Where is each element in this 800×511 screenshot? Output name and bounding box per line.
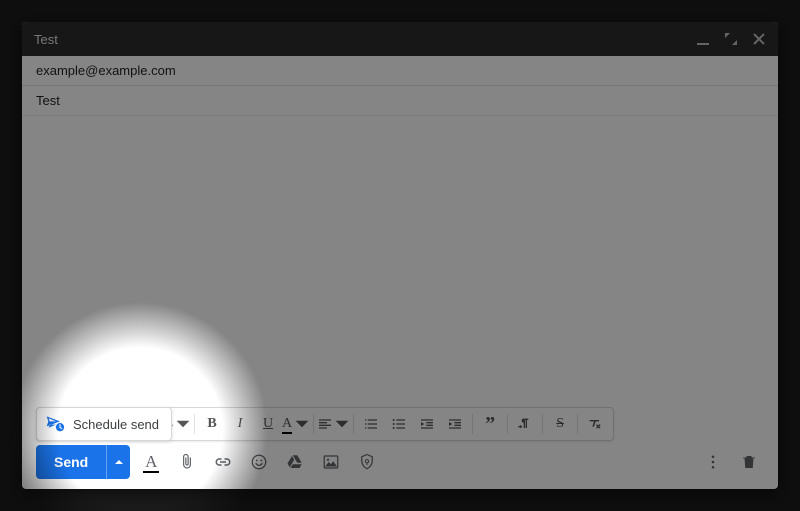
recipient-value: example@example.com: [36, 63, 176, 78]
quote-button[interactable]: ”: [476, 410, 504, 438]
remove-formatting-button[interactable]: [581, 410, 609, 438]
underline-button[interactable]: U: [254, 410, 282, 438]
schedule-send-menu-item[interactable]: Schedule send: [36, 407, 172, 441]
send-button[interactable]: Send: [36, 445, 106, 479]
insert-photo-button[interactable]: [316, 447, 346, 477]
minimize-icon[interactable]: [696, 32, 710, 46]
formatting-options-button[interactable]: A: [136, 447, 166, 477]
insert-drive-button[interactable]: [280, 447, 310, 477]
schedule-send-icon: [45, 413, 65, 436]
recipients-field[interactable]: example@example.com: [22, 56, 778, 86]
window-title: Test: [34, 32, 682, 47]
indent-less-button[interactable]: [413, 410, 441, 438]
insert-emoji-button[interactable]: [244, 447, 274, 477]
bulleted-list-button[interactable]: [385, 410, 413, 438]
text-direction-button[interactable]: [511, 410, 539, 438]
align-button[interactable]: [317, 410, 350, 438]
discard-draft-button[interactable]: [734, 447, 764, 477]
schedule-send-label: Schedule send: [73, 417, 159, 432]
subject-value: Test: [36, 93, 60, 108]
numbered-list-button[interactable]: [357, 410, 385, 438]
insert-link-button[interactable]: [208, 447, 238, 477]
subject-field[interactable]: Test: [22, 86, 778, 116]
bold-button[interactable]: B: [198, 410, 226, 438]
send-options-dropdown[interactable]: [106, 445, 130, 479]
close-icon[interactable]: [752, 32, 766, 46]
attach-file-button[interactable]: [172, 447, 202, 477]
confidential-mode-button[interactable]: [352, 447, 382, 477]
action-bar: Send A: [36, 445, 764, 479]
italic-button[interactable]: I: [226, 410, 254, 438]
titlebar: Test: [22, 22, 778, 56]
indent-more-button[interactable]: [441, 410, 469, 438]
send-split-button: Send: [36, 445, 130, 479]
compose-window: Test example@example.com Test B I U A: [22, 22, 778, 489]
fullscreen-icon[interactable]: [724, 32, 738, 46]
text-color-button[interactable]: A: [282, 410, 310, 438]
more-options-button[interactable]: [698, 447, 728, 477]
strikethrough-button[interactable]: S: [546, 410, 574, 438]
